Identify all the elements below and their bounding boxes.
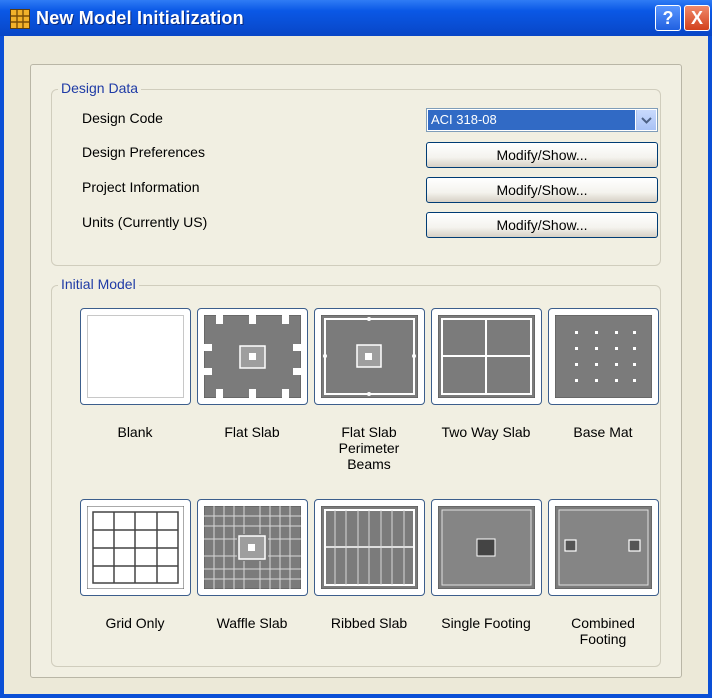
- tile-waffle-slab[interactable]: [197, 499, 308, 596]
- tile-flat-slab[interactable]: [197, 308, 308, 405]
- tile-flat-slab-perimeter-beams[interactable]: [314, 308, 425, 405]
- dialog-client-area: Design Data Design Code ACI 318-08 Desig…: [4, 36, 708, 694]
- design-preferences-button[interactable]: Modify/Show...: [426, 142, 658, 168]
- project-information-label: Project Information: [82, 179, 200, 195]
- tile-blank-label: Blank: [117, 424, 153, 440]
- ribbed-slab-icon: [321, 506, 418, 589]
- design-code-select[interactable]: ACI 318-08: [426, 108, 658, 132]
- tile-grid-only-label: Grid Only: [105, 615, 165, 631]
- tile-flat-slab-perimeter-beams-label: Flat Slab Perimeter Beams: [338, 424, 400, 472]
- design-data-legend: Design Data: [58, 80, 142, 96]
- base-mat-icon: [555, 315, 652, 398]
- help-button[interactable]: ?: [655, 5, 681, 31]
- two-way-slab-icon: [438, 315, 535, 398]
- tile-waffle-slab-label: Waffle Slab: [216, 615, 288, 631]
- tile-blank[interactable]: [80, 308, 191, 405]
- units-label: Units (Currently US): [82, 214, 208, 230]
- tile-two-way-slab-label: Two Way Slab: [441, 424, 531, 440]
- chevron-down-icon[interactable]: [636, 110, 656, 130]
- dialog-content-frame: Design Data Design Code ACI 318-08 Desig…: [30, 64, 682, 678]
- title-bar[interactable]: New Model Initialization ? X: [0, 0, 712, 36]
- single-footing-icon: [438, 506, 535, 589]
- design-data-group: Design Data Design Code ACI 318-08 Desig…: [51, 80, 661, 266]
- combined-footing-icon: [555, 506, 652, 589]
- tile-ribbed-slab[interactable]: [314, 499, 425, 596]
- tile-combined-footing-label: Combined Footing: [571, 615, 635, 647]
- project-information-button[interactable]: Modify/Show...: [426, 177, 658, 203]
- window-title: New Model Initialization: [36, 8, 244, 28]
- design-code-label: Design Code: [82, 110, 163, 126]
- dialog-window: New Model Initialization ? X Design Data…: [0, 0, 712, 698]
- grid-only-icon: [87, 506, 184, 589]
- design-preferences-label: Design Preferences: [82, 144, 205, 160]
- tile-single-footing[interactable]: [431, 499, 542, 596]
- flat-slab-icon: [204, 315, 301, 398]
- blank-icon: [87, 315, 184, 398]
- flat-slab-perimeter-beams-icon: [321, 315, 418, 398]
- tile-two-way-slab[interactable]: [431, 308, 542, 405]
- tile-grid-only[interactable]: [80, 499, 191, 596]
- tile-combined-footing[interactable]: [548, 499, 659, 596]
- initial-model-legend: Initial Model: [58, 276, 139, 292]
- tile-flat-slab-label: Flat Slab: [224, 424, 280, 440]
- design-code-value: ACI 318-08: [428, 110, 635, 130]
- waffle-slab-icon: [204, 506, 301, 589]
- tile-single-footing-label: Single Footing: [441, 615, 531, 631]
- tile-base-mat[interactable]: [548, 308, 659, 405]
- initial-model-group: Initial Model Blank Flat Slab Flat Slab …: [51, 276, 661, 667]
- tile-base-mat-label: Base Mat: [573, 424, 633, 440]
- close-button[interactable]: X: [684, 5, 710, 31]
- tile-ribbed-slab-label: Ribbed Slab: [330, 615, 408, 631]
- units-button[interactable]: Modify/Show...: [426, 212, 658, 238]
- app-icon: [10, 9, 30, 29]
